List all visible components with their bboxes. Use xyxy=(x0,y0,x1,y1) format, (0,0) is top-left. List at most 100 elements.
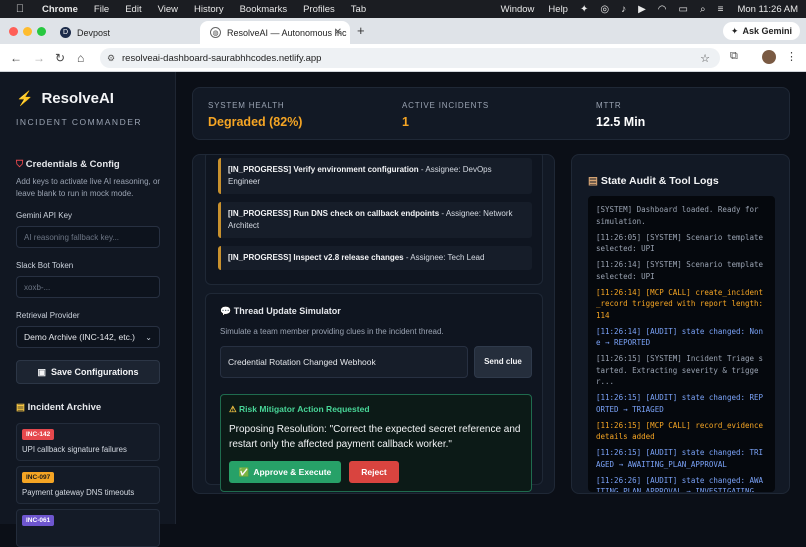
back-icon[interactable]: ← xyxy=(10,51,22,65)
mitigator-title: Risk Mitigator Action Requested xyxy=(239,404,370,414)
globe-favicon-icon: ◍ xyxy=(210,27,221,38)
profile-avatar[interactable] xyxy=(762,50,776,64)
slack-token-label: Slack Bot Token xyxy=(16,261,74,270)
archive-item-title: Payment gateway DNS timeouts xyxy=(22,488,135,497)
control-center-icon[interactable]: ≡ xyxy=(718,4,724,15)
save-configurations-button[interactable]: ▣ Save Configurations xyxy=(16,360,160,384)
send-clue-button[interactable]: Send clue xyxy=(474,346,532,378)
sidebar: ⚡ ResolveAI INCIDENT COMMANDER ⛉ Credent… xyxy=(0,72,176,547)
brand-subtitle: INCIDENT COMMANDER xyxy=(16,117,143,127)
credentials-title: Credentials & Config xyxy=(25,159,120,170)
gemini-sparkle-icon: ✦ xyxy=(730,25,739,36)
focus-icon[interactable]: ◎ xyxy=(600,4,609,15)
reject-button[interactable]: Reject xyxy=(349,461,399,483)
tab-devpost[interactable]: D Devpost xyxy=(50,21,200,44)
reload-icon[interactable]: ↻ xyxy=(55,51,65,65)
menu-profiles[interactable]: Profiles xyxy=(303,4,335,15)
folder-icon: ▤ xyxy=(16,402,25,413)
tab-title: ResolveAI — Autonomous Inc xyxy=(227,27,347,38)
resolveai-app: ⚡ ResolveAI INCIDENT COMMANDER ⛉ Credent… xyxy=(0,72,806,547)
retrieval-provider-select[interactable]: Demo Archive (INC-142, etc.) ⌄ xyxy=(16,326,160,348)
save-configurations-label: Save Configurations xyxy=(51,367,139,377)
mttr-label: MTTR xyxy=(596,101,622,110)
task-status: [IN_PROGRESS] Run DNS check on callback … xyxy=(228,209,440,218)
url-text: resolveai-dashboard-saurabhhcodes.netlif… xyxy=(122,52,322,64)
address-bar[interactable]: ⚙ resolveai-dashboard-saurabhhcodes.netl… xyxy=(100,48,720,68)
gemini-key-input[interactable]: AI reasoning fallback key... xyxy=(16,226,160,248)
lightning-icon: ⚡ xyxy=(16,90,34,106)
log-line: [11:26:14] [MCP CALL] create_incident_re… xyxy=(596,287,764,320)
wifi-icon[interactable]: ◠ xyxy=(658,4,667,15)
log-line: [11:26:26] [AUDIT] state changed: AWAITI… xyxy=(596,475,764,493)
incident-id-badge: INC-097 xyxy=(22,472,55,483)
audit-log-console[interactable]: [SYSTEM] Dashboard loaded. Ready for sim… xyxy=(588,196,775,492)
home-icon[interactable]: ⌂ xyxy=(77,51,84,65)
incident-id-badge: INC-142 xyxy=(22,429,55,440)
devpost-favicon-icon: D xyxy=(60,27,71,38)
close-window-button[interactable] xyxy=(9,27,18,36)
archive-item[interactable]: INC-097 Payment gateway DNS timeouts xyxy=(16,466,160,504)
apple-icon[interactable]:  xyxy=(14,3,26,15)
site-settings-icon[interactable]: ⚙ xyxy=(107,53,115,64)
menu-window[interactable]: Window xyxy=(501,4,535,15)
battery-icon[interactable]: ▭ xyxy=(679,4,688,15)
audit-log-panel: ▤ State Audit & Tool Logs [SYSTEM] Dashb… xyxy=(571,154,790,494)
chrome-menu-icon[interactable]: ⋮ xyxy=(786,50,797,63)
brand-name: ResolveAI xyxy=(41,90,114,107)
shield-icon: ⛉ xyxy=(16,159,24,170)
task-item: [IN_PROGRESS] Verify environment configu… xyxy=(218,158,532,194)
brand: ⚡ ResolveAI xyxy=(16,90,114,107)
menu-edit[interactable]: Edit xyxy=(125,4,141,15)
menu-tab[interactable]: Tab xyxy=(351,4,366,15)
mitigator-proposal: Proposing Resolution: "Correct the expec… xyxy=(229,424,521,450)
task-list[interactable]: [IN_PROGRESS] Verify environment configu… xyxy=(205,155,543,285)
menu-file[interactable]: File xyxy=(94,4,109,15)
clue-input[interactable]: Credential Rotation Changed Webhook xyxy=(220,346,468,378)
zoom-window-button[interactable] xyxy=(37,27,46,36)
system-health-value: Degraded (82%) xyxy=(208,115,303,129)
warning-icon: ⚠ xyxy=(229,404,237,414)
task-item: [IN_PROGRESS] Run DNS check on callback … xyxy=(218,202,532,238)
sparkle-icon[interactable]: ✦ xyxy=(580,4,588,15)
extensions-icon[interactable]: ⧉ xyxy=(730,50,738,63)
archive-heading: ▤ Incident Archive xyxy=(16,402,101,413)
music-icon[interactable]: ♪ xyxy=(621,4,626,15)
retrieval-provider-value: Demo Archive (INC-142, etc.) xyxy=(24,332,136,342)
ask-gemini-button[interactable]: ✦ Ask Gemini xyxy=(722,22,800,40)
new-tab-icon[interactable]: + xyxy=(357,23,365,38)
archive-item[interactable]: INC-061 xyxy=(16,509,160,547)
metrics-bar: SYSTEM HEALTH Degraded (82%) ACTIVE INCI… xyxy=(192,87,790,140)
menu-history[interactable]: History xyxy=(194,4,224,15)
log-line: [11:26:15] [AUDIT] state changed: REPORT… xyxy=(596,393,764,414)
play-icon[interactable]: ▶ xyxy=(638,4,646,15)
tab-resolveai[interactable]: ◍ ResolveAI — Autonomous Inc ✕ xyxy=(200,21,350,44)
slack-token-input[interactable]: xoxb-... xyxy=(16,276,160,298)
audit-heading: ▤ State Audit & Tool Logs xyxy=(588,175,719,187)
credentials-description: Add keys to activate live AI reasoning, … xyxy=(16,177,161,198)
task-status: [IN_PROGRESS] Inspect v2.8 release chang… xyxy=(228,253,404,262)
menu-help[interactable]: Help xyxy=(548,4,568,15)
mttr-value: 12.5 Min xyxy=(596,115,646,129)
archive-item-title: UPI callback signature failures xyxy=(22,445,127,454)
close-tab-icon[interactable]: ✕ xyxy=(334,27,342,38)
approve-label: Approve & Execute xyxy=(253,467,332,477)
task-item: [IN_PROGRESS] Inspect v2.8 release chang… xyxy=(218,246,532,270)
bookmark-star-icon[interactable]: ☆ xyxy=(700,52,710,65)
menu-app-name[interactable]: Chrome xyxy=(42,4,78,15)
chrome-toolbar: ← → ↻ ⌂ ⚙ resolveai-dashboard-saurabhhco… xyxy=(0,44,806,72)
incident-id-badge: INC-061 xyxy=(22,515,55,526)
log-line: [11:26:14] [SYSTEM] Scenario template se… xyxy=(596,260,764,281)
forward-icon[interactable]: → xyxy=(33,51,45,65)
approve-execute-button[interactable]: ✅ Approve & Execute xyxy=(229,461,341,483)
speech-bubble-icon: 💬 xyxy=(220,306,232,316)
menu-bookmarks[interactable]: Bookmarks xyxy=(240,4,288,15)
retrieval-provider-label: Retrieval Provider xyxy=(16,311,80,320)
active-incidents-value: 1 xyxy=(402,115,409,129)
archive-item[interactable]: INC-142 UPI callback signature failures xyxy=(16,423,160,461)
active-incidents-label: ACTIVE INCIDENTS xyxy=(402,101,490,110)
menu-view[interactable]: View xyxy=(158,4,178,15)
task-assignee: - Assignee: Tech Lead xyxy=(403,253,485,262)
minimize-window-button[interactable] xyxy=(23,27,32,36)
search-icon[interactable]: ⌕ xyxy=(700,4,706,15)
menubar-clock[interactable]: Mon 11:26 AM xyxy=(737,4,798,15)
